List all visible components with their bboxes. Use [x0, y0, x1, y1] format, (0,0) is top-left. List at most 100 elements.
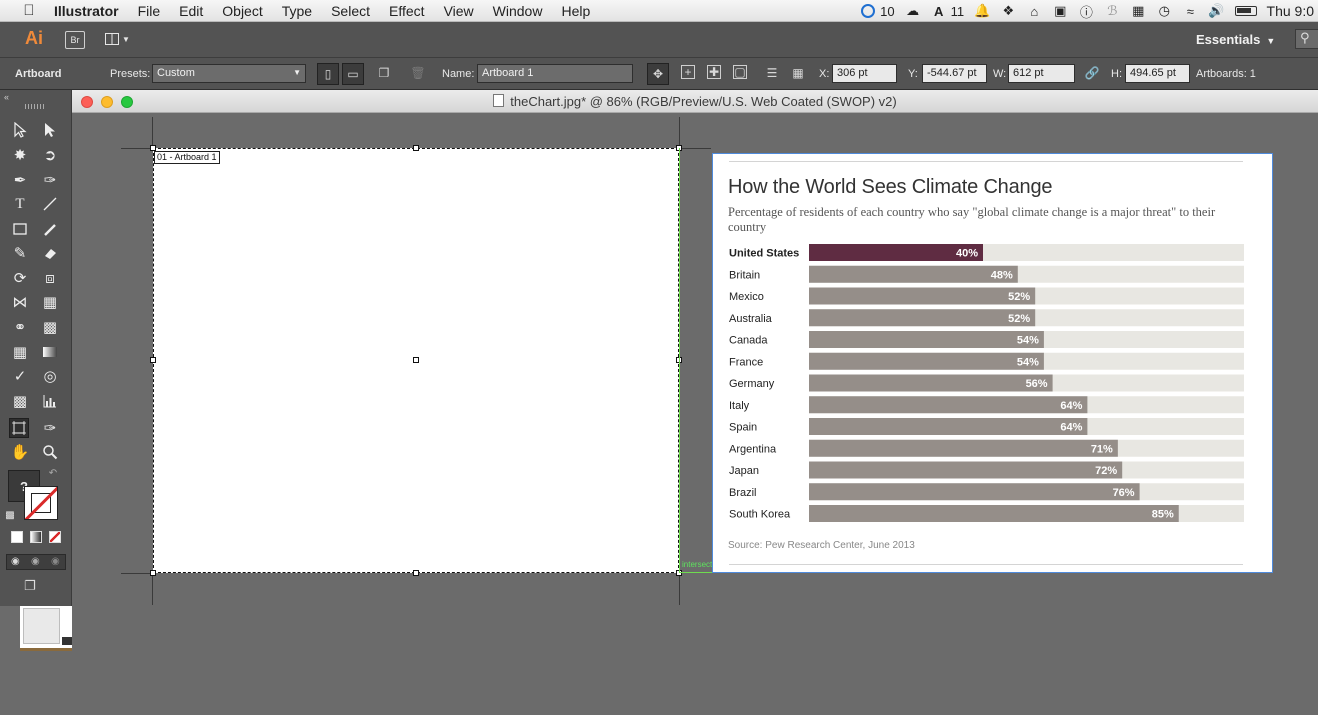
eraser-tool-icon[interactable]: [40, 243, 60, 263]
menu-window[interactable]: Window: [493, 3, 543, 19]
column-graph-tool-icon[interactable]: [40, 391, 60, 411]
show-center-mark-icon[interactable]: +: [681, 65, 695, 79]
arrange-documents-button[interactable]: ▼: [105, 31, 133, 47]
change-screen-mode-icon[interactable]: ❐: [24, 578, 46, 594]
keyboard-icon[interactable]: ▦: [1130, 3, 1146, 19]
apple-menu-icon[interactable]: : [18, 2, 40, 19]
show-cross-hairs-icon[interactable]: ✚: [707, 65, 721, 79]
x-position-field[interactable]: 306 pt: [832, 64, 897, 83]
constrain-proportions-link-icon[interactable]: 🔗: [1084, 65, 1100, 81]
selection-tool-icon[interactable]: [10, 120, 30, 140]
bar: [809, 352, 1044, 370]
magic-wand-tool-icon[interactable]: ✸: [10, 145, 30, 165]
delete-artboard-icon[interactable]: 🗑: [410, 65, 426, 81]
menu-effect[interactable]: Effect: [389, 3, 425, 19]
move-with-artboard-icon[interactable]: ✥: [647, 63, 669, 85]
reference-point-icon[interactable]: ▦: [790, 65, 806, 81]
swap-fill-stroke-icon[interactable]: ↶: [46, 466, 60, 480]
artboard-name-field[interactable]: Artboard 1: [477, 64, 633, 83]
go-to-bridge-button[interactable]: Br: [65, 31, 85, 49]
none-mode-button[interactable]: [49, 531, 61, 543]
truck-icon[interactable]: ▣: [1052, 3, 1068, 19]
scale-tool-icon[interactable]: ⧈: [40, 268, 60, 288]
menu-file[interactable]: File: [138, 3, 161, 19]
pencil-tool-icon[interactable]: ✎: [10, 243, 30, 263]
draw-normal-icon[interactable]: ◉: [11, 556, 20, 567]
volume-icon[interactable]: 🔊: [1208, 3, 1224, 19]
resize-handle-top-left[interactable]: [150, 145, 156, 151]
hand-tool-icon[interactable]: ✋: [10, 442, 30, 462]
presets-select[interactable]: Custom ▼: [152, 64, 306, 83]
adobe-notifications-icon[interactable]: A: [931, 3, 947, 19]
menu-help[interactable]: Help: [561, 3, 590, 19]
symbol-sprayer-tool-icon[interactable]: ▩: [10, 391, 30, 411]
draw-inside-icon[interactable]: ◉: [51, 556, 60, 567]
rectangle-tool-icon[interactable]: [10, 219, 30, 239]
artboard-tool-icon[interactable]: [9, 418, 29, 438]
bluetooth-icon[interactable]: ℬ: [1104, 3, 1120, 19]
zoom-tool-icon[interactable]: [40, 442, 60, 462]
menu-select[interactable]: Select: [331, 3, 370, 19]
draw-behind-icon[interactable]: ◉: [31, 556, 40, 567]
slice-tool-icon[interactable]: ✑: [40, 418, 60, 438]
color-mode-button[interactable]: [11, 531, 23, 543]
width-field[interactable]: 612 pt: [1008, 64, 1075, 83]
panel-grip[interactable]: [25, 104, 45, 109]
menu-view[interactable]: View: [444, 3, 474, 19]
perspective-grid-tool-icon[interactable]: ▩: [40, 317, 60, 337]
type-tool-icon[interactable]: T: [10, 194, 30, 214]
bar: [809, 331, 1044, 348]
chevron-down-icon: ▼: [122, 34, 130, 44]
workspace-switcher[interactable]: Essentials ▼: [1196, 32, 1275, 47]
new-artboard-icon[interactable]: ❐: [376, 65, 392, 81]
app-menu-illustrator[interactable]: Illustrator: [54, 3, 119, 19]
bell-icon[interactable]: 🔔: [974, 3, 990, 19]
bar-row: France 54%: [729, 352, 1244, 370]
shape-builder-tool-icon[interactable]: ⚭: [10, 317, 30, 337]
paintbrush-tool-icon[interactable]: [40, 219, 60, 239]
default-fill-stroke-icon[interactable]: ▩: [3, 508, 17, 522]
stroke-swatch[interactable]: [24, 486, 58, 520]
drawing-modes[interactable]: ◉ ◉ ◉: [6, 554, 66, 570]
creative-cloud-icon[interactable]: [860, 3, 876, 19]
home-icon[interactable]: ⌂: [1026, 3, 1042, 19]
rotate-tool-icon[interactable]: ⟳: [10, 268, 30, 288]
cloud-icon[interactable]: ☁: [905, 3, 921, 19]
landscape-orientation-icon[interactable]: ▭: [342, 63, 364, 85]
wifi-icon[interactable]: ≈: [1182, 3, 1198, 19]
eyedropper-tool-icon[interactable]: ✓: [10, 366, 30, 386]
clock[interactable]: Thu 9:0: [1267, 3, 1314, 19]
blend-tool-icon[interactable]: ◎: [40, 366, 60, 386]
width-tool-icon[interactable]: ⋈: [10, 292, 30, 312]
height-field[interactable]: 494.65 pt: [1125, 64, 1190, 83]
collapse-panel-icon[interactable]: «: [4, 92, 9, 102]
menu-object[interactable]: Object: [222, 3, 262, 19]
placed-chart-image[interactable]: How the World Sees Climate Change Percen…: [712, 153, 1273, 573]
bar-row: Japan 72%: [729, 461, 1244, 479]
menu-type[interactable]: Type: [282, 3, 312, 19]
resize-handle-center[interactable]: [413, 357, 419, 363]
gradient-mode-button[interactable]: [30, 531, 42, 543]
resize-handle-bottom[interactable]: [413, 570, 419, 576]
show-video-safe-areas-icon[interactable]: ▢: [733, 65, 747, 79]
direct-selection-tool-icon[interactable]: [40, 120, 60, 140]
gradient-tool-icon[interactable]: [40, 342, 60, 362]
line-segment-tool-icon[interactable]: [40, 194, 60, 214]
artboard-options-icon[interactable]: ☰: [764, 65, 780, 81]
time-machine-icon[interactable]: ◷: [1156, 3, 1172, 19]
dropbox-icon[interactable]: ❖: [1000, 3, 1016, 19]
portrait-orientation-icon[interactable]: ▯: [317, 63, 339, 85]
info-circle-icon[interactable]: ⓘ: [1078, 3, 1094, 20]
pen-tool-icon[interactable]: ✒: [10, 170, 30, 190]
free-transform-tool-icon[interactable]: ▦: [40, 292, 60, 312]
curvature-tool-icon[interactable]: ✑: [40, 170, 60, 190]
battery-icon[interactable]: [1234, 3, 1257, 19]
resize-handle-top[interactable]: [413, 145, 419, 151]
resize-handle-left[interactable]: [150, 357, 156, 363]
mesh-tool-icon[interactable]: ▦: [10, 342, 30, 362]
search-help-field[interactable]: ⚲: [1295, 29, 1318, 49]
y-position-field[interactable]: -544.67 pt: [922, 64, 987, 83]
lasso-tool-icon[interactable]: ➲: [40, 145, 60, 165]
resize-handle-bottom-left[interactable]: [150, 570, 156, 576]
menu-edit[interactable]: Edit: [179, 3, 203, 19]
